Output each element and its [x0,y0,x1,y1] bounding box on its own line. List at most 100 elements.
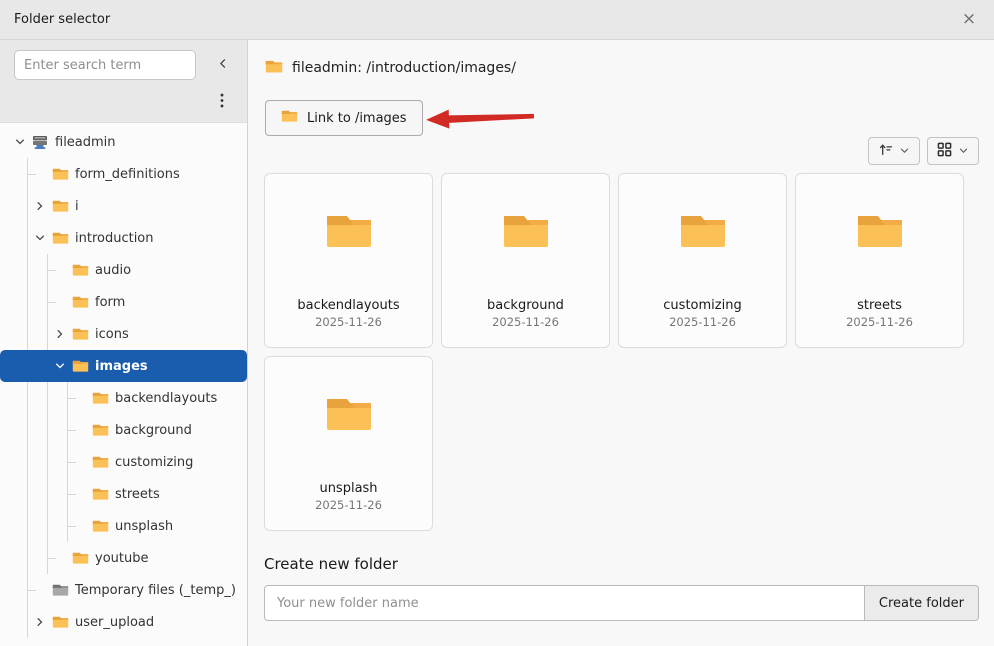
chevron-down-icon [899,144,910,159]
tree-item-label: introduction [75,230,154,246]
main-panel: fileadmin: /introduction/images/ Link to… [248,40,994,646]
chevron-right-icon[interactable] [30,190,50,222]
folder-card-backendlayouts[interactable]: backendlayouts 2025-11-26 [264,173,433,348]
folder-icon [325,211,373,255]
tree-connector [30,574,50,606]
tree-indent-guide [10,446,30,478]
create-folder-button[interactable]: Create folder [864,585,979,621]
folder-icon [90,414,110,446]
tree-indent-guide [10,318,30,350]
tree-item-backendlayouts[interactable]: backendlayouts [0,382,247,414]
folder-icon [70,318,90,350]
tree-indent-guide [30,510,50,542]
tree-indent-guide [10,350,30,382]
tree-options-button[interactable] [209,90,235,114]
tree-item-unsplash[interactable]: unsplash [0,510,247,542]
view-mode-button[interactable] [927,137,979,165]
tree-indent-guide [10,158,30,190]
folder-card-customizing[interactable]: customizing 2025-11-26 [618,173,787,348]
link-button-label: Link to /images [307,110,407,126]
tree-item-images[interactable]: images [0,350,247,382]
folder-card-name: backendlayouts [297,298,400,313]
tree-connector [70,510,90,542]
folder-selector-modal: Folder selector × Enter search term file… [0,0,994,646]
tree-item-icons[interactable]: icons [0,318,247,350]
tree-item-label: i [75,198,79,214]
folder-icon [70,286,90,318]
folder-icon [50,190,70,222]
sort-button[interactable] [868,137,920,165]
tree-indent-guide [10,254,30,286]
tree-indent-guide [30,446,50,478]
link-row: Link to /images [265,100,979,136]
chevron-right-icon[interactable] [50,318,70,350]
tree-item-label: user_upload [75,614,155,630]
folder-card-date: 2025-11-26 [669,315,736,329]
close-icon[interactable]: × [954,5,984,35]
folder-card-name: unsplash [319,481,378,496]
folder-icon [50,158,70,190]
tree-indent-guide [10,190,30,222]
chevron-down-icon[interactable] [10,126,30,158]
tree-item-customizing[interactable]: customizing [0,446,247,478]
tree-item-form[interactable]: form [0,286,247,318]
tree-indent-guide [10,510,30,542]
search-input[interactable] [14,50,196,80]
folder-icon [70,254,90,286]
tree-item-label: images [95,358,148,374]
tree-item-streets[interactable]: streets [0,478,247,510]
tree-item-i[interactable]: i [0,190,247,222]
folder-card-date: 2025-11-26 [315,498,382,512]
tree-connector [70,414,90,446]
folder-card-streets[interactable]: streets 2025-11-26 [795,173,964,348]
tree-indent-guide [30,382,50,414]
tree-item-introduction[interactable]: introduction [0,222,247,254]
view-toolbar [264,137,979,165]
folder-card-date: 2025-11-26 [846,315,913,329]
chevron-down-icon[interactable] [30,222,50,254]
tree-indent-guide [10,382,30,414]
tree-connector [50,286,70,318]
tree-item-label: icons [95,326,129,342]
modal-title: Folder selector [14,12,111,27]
folder-icon [281,109,298,127]
tree-indent-guide [10,286,30,318]
folder-card-name: streets [857,298,902,313]
tree-item-audio[interactable]: audio [0,254,247,286]
tree-item-user-upload[interactable]: user_upload [0,606,247,638]
current-path-label: fileadmin: /introduction/images/ [292,60,516,76]
folder-card-background[interactable]: background 2025-11-26 [441,173,610,348]
folder-card-unsplash[interactable]: unsplash 2025-11-26 [264,356,433,531]
tree-item-form-definitions[interactable]: form_definitions [0,158,247,190]
tree-indent-guide [30,478,50,510]
tree-connector [50,542,70,574]
chevron-down-icon[interactable] [50,350,70,382]
tree-indent-guide [30,542,50,574]
tree-connector [70,478,90,510]
folder-icon [90,478,110,510]
tree-indent-guide [50,382,70,414]
tree-indent-guide [30,286,50,318]
tree-indent-guide [10,606,30,638]
collapse-sidebar-button[interactable] [209,53,235,77]
create-folder-heading: Create new folder [264,555,398,573]
tree-indent-guide [10,414,30,446]
tree-item-youtube[interactable]: youtube [0,542,247,574]
tree-connector [30,158,50,190]
folder-card-name: background [487,298,564,313]
folder-card-grid: backendlayouts 2025-11-26 background 2025-1… [264,173,979,531]
tree-item-fileadmin[interactable]: fileadmin [0,126,247,158]
tree-item-background[interactable]: background [0,414,247,446]
tree-item-temporary-files-temp[interactable]: Temporary files (_temp_) [0,574,247,606]
chevron-right-icon[interactable] [30,606,50,638]
folder-card-date: 2025-11-26 [315,315,382,329]
folder-icon [265,59,283,78]
tree-item-label: customizing [115,454,194,470]
tree-item-label: form_definitions [75,166,180,182]
tree-connector [70,446,90,478]
new-folder-name-input[interactable] [264,585,865,621]
link-to-folder-button[interactable]: Link to /images [265,100,423,136]
kebab-menu-icon [220,93,224,111]
tree-item-label: backendlayouts [115,390,218,406]
folder-card-date: 2025-11-26 [492,315,559,329]
